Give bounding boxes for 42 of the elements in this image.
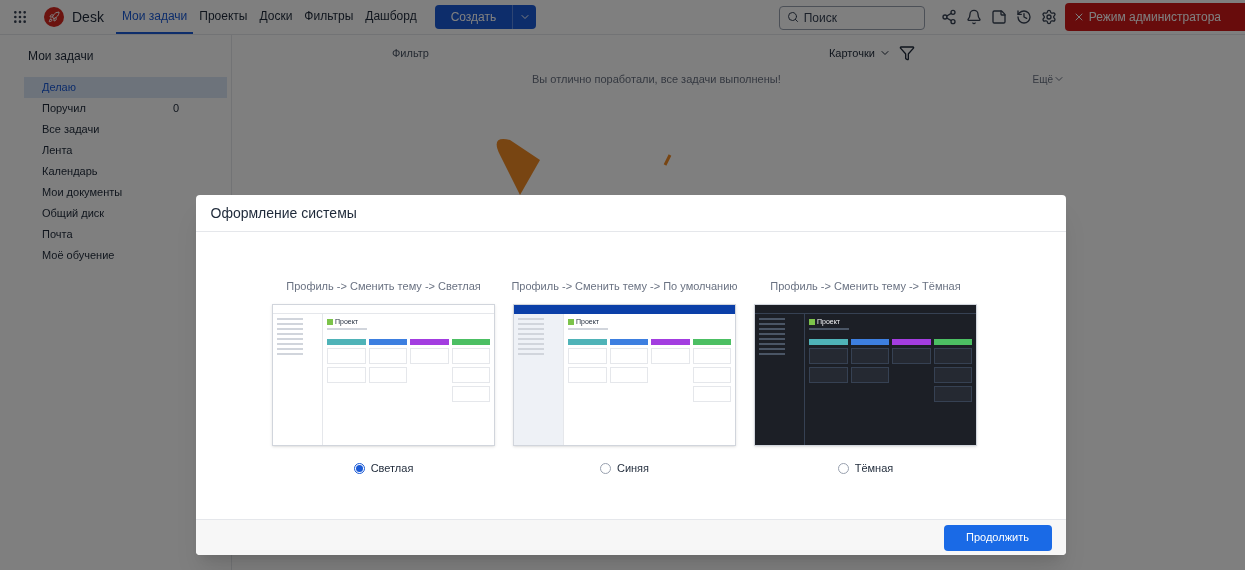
more-link[interactable]: Ещё bbox=[1032, 71, 1065, 87]
theme-caption: Профиль -> Сменить тему -> Тёмная bbox=[770, 279, 961, 294]
dialog-title: Оформление системы bbox=[210, 203, 357, 223]
create-button[interactable]: Создать bbox=[434, 5, 513, 29]
sidebar-item[interactable]: Мои документы bbox=[24, 182, 227, 203]
nav-tab[interactable]: Доски bbox=[253, 0, 299, 34]
theme-caption: Профиль -> Сменить тему -> Светлая bbox=[286, 279, 481, 294]
settings-icon[interactable] bbox=[1040, 9, 1057, 25]
create-dropdown-button[interactable] bbox=[512, 5, 537, 29]
app-name[interactable]: Desk bbox=[72, 6, 104, 28]
project-icon bbox=[809, 318, 815, 325]
search-icon bbox=[786, 11, 799, 23]
sidebar-item[interactable]: Делаю bbox=[24, 77, 227, 98]
filter-icon[interactable] bbox=[898, 45, 915, 61]
empty-message: Вы отлично поработали, все задачи выполнены! bbox=[532, 72, 781, 87]
sidebar-item[interactable]: Поручил 0 bbox=[24, 98, 227, 119]
theme-radio[interactable]: Тёмная bbox=[837, 460, 894, 477]
item-count: 0 bbox=[172, 101, 179, 117]
apps-grid-icon[interactable] bbox=[12, 9, 28, 25]
theme-radio[interactable]: Синяя bbox=[599, 460, 650, 477]
history-icon[interactable] bbox=[1015, 9, 1032, 25]
note-icon[interactable] bbox=[990, 9, 1007, 25]
theme-caption: Профиль -> Сменить тему -> По умолчанию bbox=[511, 279, 738, 294]
project-icon bbox=[327, 318, 333, 325]
nav-tab[interactable]: Фильтры bbox=[298, 0, 360, 34]
sidebar-item[interactable]: Лента bbox=[24, 140, 227, 161]
network-icon[interactable] bbox=[940, 9, 957, 25]
view-selector[interactable]: Карточки bbox=[828, 44, 891, 62]
sidebar-item[interactable]: Все задачи bbox=[24, 119, 227, 140]
bell-icon[interactable] bbox=[965, 9, 982, 25]
app-logo-icon[interactable] bbox=[44, 7, 64, 27]
sidebar-title: Мои задачи bbox=[28, 48, 95, 65]
sidebar-item[interactable]: Календарь bbox=[24, 161, 227, 182]
continue-button[interactable]: Продолжить bbox=[943, 524, 1052, 551]
nav-tab[interactable]: Проекты bbox=[193, 0, 254, 34]
search-field[interactable]: Поиск bbox=[778, 6, 925, 30]
nav-tab[interactable]: Дашборд bbox=[359, 0, 423, 34]
theme-radio[interactable]: Светлая bbox=[353, 460, 414, 477]
filter-label[interactable]: Фильтр bbox=[392, 44, 429, 62]
project-icon bbox=[568, 318, 574, 325]
nav-tab[interactable]: Мои задачи bbox=[115, 0, 194, 34]
admin-mode-button[interactable]: Режим администратора bbox=[1064, 3, 1245, 31]
